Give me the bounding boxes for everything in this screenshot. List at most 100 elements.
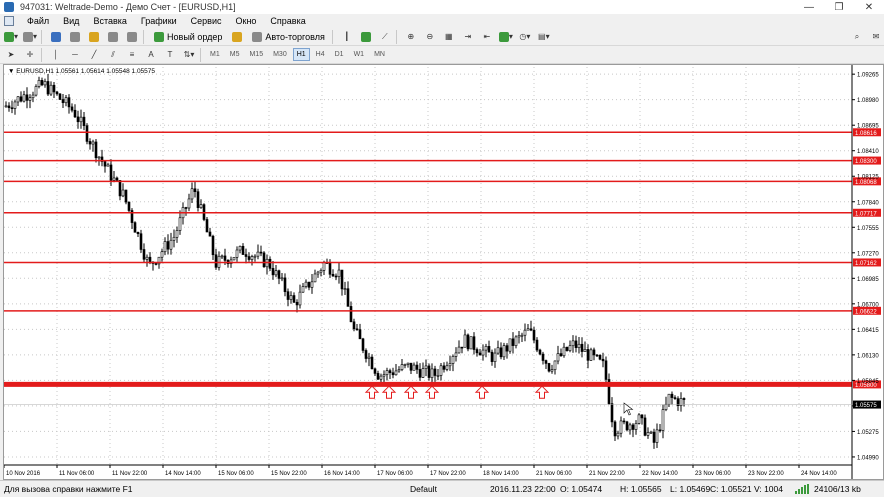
navigator-icon[interactable]	[86, 29, 102, 44]
candle-body	[370, 356, 374, 370]
candle-body	[292, 295, 296, 303]
metaeditor-icon[interactable]	[229, 29, 245, 44]
auto-scroll-icon[interactable]: ⇤	[479, 29, 495, 44]
candle-body	[61, 99, 65, 104]
timeframe-h4[interactable]: H4	[312, 48, 329, 61]
candle-body	[76, 116, 80, 123]
data-window-icon[interactable]	[67, 29, 83, 44]
trendline-icon[interactable]: ╱	[86, 47, 102, 62]
candle-body	[295, 301, 299, 306]
fibonacci-icon[interactable]: ≡	[124, 47, 140, 62]
indicators-icon[interactable]: ▾	[498, 29, 514, 44]
candle-body	[424, 365, 428, 369]
minimize-icon[interactable]: —	[794, 0, 824, 14]
candle-body	[139, 233, 143, 250]
timeframe-d1[interactable]: D1	[331, 48, 348, 61]
candle-body	[481, 349, 485, 356]
menu-insert[interactable]: Вставка	[86, 16, 133, 26]
candle-body	[562, 346, 566, 357]
timeframe-m30[interactable]: M30	[269, 48, 291, 61]
candle-body	[196, 191, 200, 208]
time-tick-label: 17 Nov 22:00	[430, 471, 466, 477]
cursor-icon[interactable]: ➤	[3, 47, 19, 62]
candle-body	[319, 270, 323, 273]
tile-windows-icon[interactable]: ▦	[441, 29, 457, 44]
chat-icon[interactable]: ✉	[868, 29, 884, 44]
candle-body	[616, 432, 620, 437]
new-order-button[interactable]: Новый ордер	[150, 29, 226, 44]
terminal-icon[interactable]	[105, 29, 121, 44]
search-icon[interactable]: ⌕	[849, 29, 865, 44]
close-icon[interactable]: ✕	[854, 0, 884, 14]
candle-body	[169, 239, 173, 250]
candlestick-icon[interactable]	[358, 29, 374, 44]
text-icon[interactable]: A	[143, 47, 159, 62]
candle-body	[190, 188, 194, 200]
candle-body	[349, 306, 353, 323]
candle-body	[253, 255, 257, 258]
chart-shift-icon[interactable]: ⇥	[460, 29, 476, 44]
candle-body	[220, 255, 224, 258]
text-label-icon[interactable]: T	[162, 47, 178, 62]
zoom-out-icon[interactable]: ⊖	[422, 29, 438, 44]
level-price-label: 1.06622	[855, 309, 877, 315]
profiles-icon[interactable]: ▾	[22, 29, 38, 44]
chart-window[interactable]: 1.08616 1.08300 1.08068 1.07717 1.07162 1.066…	[3, 64, 884, 480]
channel-icon[interactable]: ⫽	[105, 47, 121, 62]
candle-body	[571, 340, 575, 347]
bar-chart-icon[interactable]: ┃	[339, 29, 355, 44]
menu-tools[interactable]: Сервис	[184, 16, 229, 26]
tester-icon[interactable]	[124, 29, 140, 44]
candle-body	[145, 256, 149, 260]
arrows-icon[interactable]: ⇅▾	[181, 47, 197, 62]
market-watch-icon[interactable]	[48, 29, 64, 44]
candle-body	[589, 349, 593, 361]
up-arrow-icon	[424, 385, 440, 399]
candle-body	[112, 177, 116, 181]
status-time: 2016.11.23 22:00	[490, 484, 556, 494]
timeframe-w1[interactable]: W1	[350, 48, 369, 61]
new-chart-icon[interactable]: ▾	[3, 29, 19, 44]
timeframe-h1[interactable]: H1	[292, 48, 310, 61]
candle-body	[442, 365, 446, 370]
templates-icon[interactable]: ▤▾	[536, 29, 552, 44]
zoom-in-icon[interactable]: ⊕	[403, 29, 419, 44]
timeframe-m5[interactable]: M5	[226, 48, 244, 61]
toolbar-separator	[395, 29, 397, 44]
status-high: H: 1.05565	[620, 484, 662, 494]
timeframe-mn[interactable]: MN	[370, 48, 389, 61]
menu-file[interactable]: Файл	[20, 16, 56, 26]
crosshair-icon[interactable]: ✛	[22, 47, 38, 62]
candle-body	[58, 93, 62, 100]
timeframe-m1[interactable]: M1	[206, 48, 224, 61]
candle-body	[286, 291, 290, 300]
timeframe-m15[interactable]: M15	[245, 48, 267, 61]
candle-body	[283, 277, 287, 292]
candle-body	[337, 269, 341, 277]
vertical-line-icon[interactable]: │	[48, 47, 64, 62]
level-price-label: 1.08616	[855, 131, 877, 137]
title-bar: 947031: Weltrade-Demo - Демо Счет - [EUR…	[0, 0, 884, 14]
candle-body	[172, 236, 176, 241]
candle-body	[49, 84, 53, 95]
candle-body	[43, 81, 47, 86]
candle-body	[91, 141, 95, 145]
menu-help[interactable]: Справка	[263, 16, 312, 26]
periods-icon[interactable]: ◷▾	[517, 29, 533, 44]
candle-body	[25, 94, 29, 101]
menu-window[interactable]: Окно	[229, 16, 264, 26]
restore-icon[interactable]: ❐	[824, 0, 854, 14]
auto-trading-label: Авто-торговля	[265, 31, 325, 42]
line-chart-icon[interactable]: ⟋	[377, 29, 393, 44]
price-tick-label: 1.08410	[857, 149, 879, 155]
candle-body	[556, 353, 560, 362]
candle-body	[328, 262, 332, 275]
horizontal-line-icon[interactable]: ─	[67, 47, 83, 62]
document-icon[interactable]	[4, 16, 14, 26]
menu-charts[interactable]: Графики	[134, 16, 184, 26]
auto-trading-button[interactable]: Авто-торговля	[248, 29, 328, 44]
candle-body	[289, 295, 293, 300]
candle-body	[526, 328, 530, 331]
price-chart[interactable]: 1.086161.083001.080681.077171.071621.066…	[4, 65, 883, 479]
menu-view[interactable]: Вид	[56, 16, 86, 26]
